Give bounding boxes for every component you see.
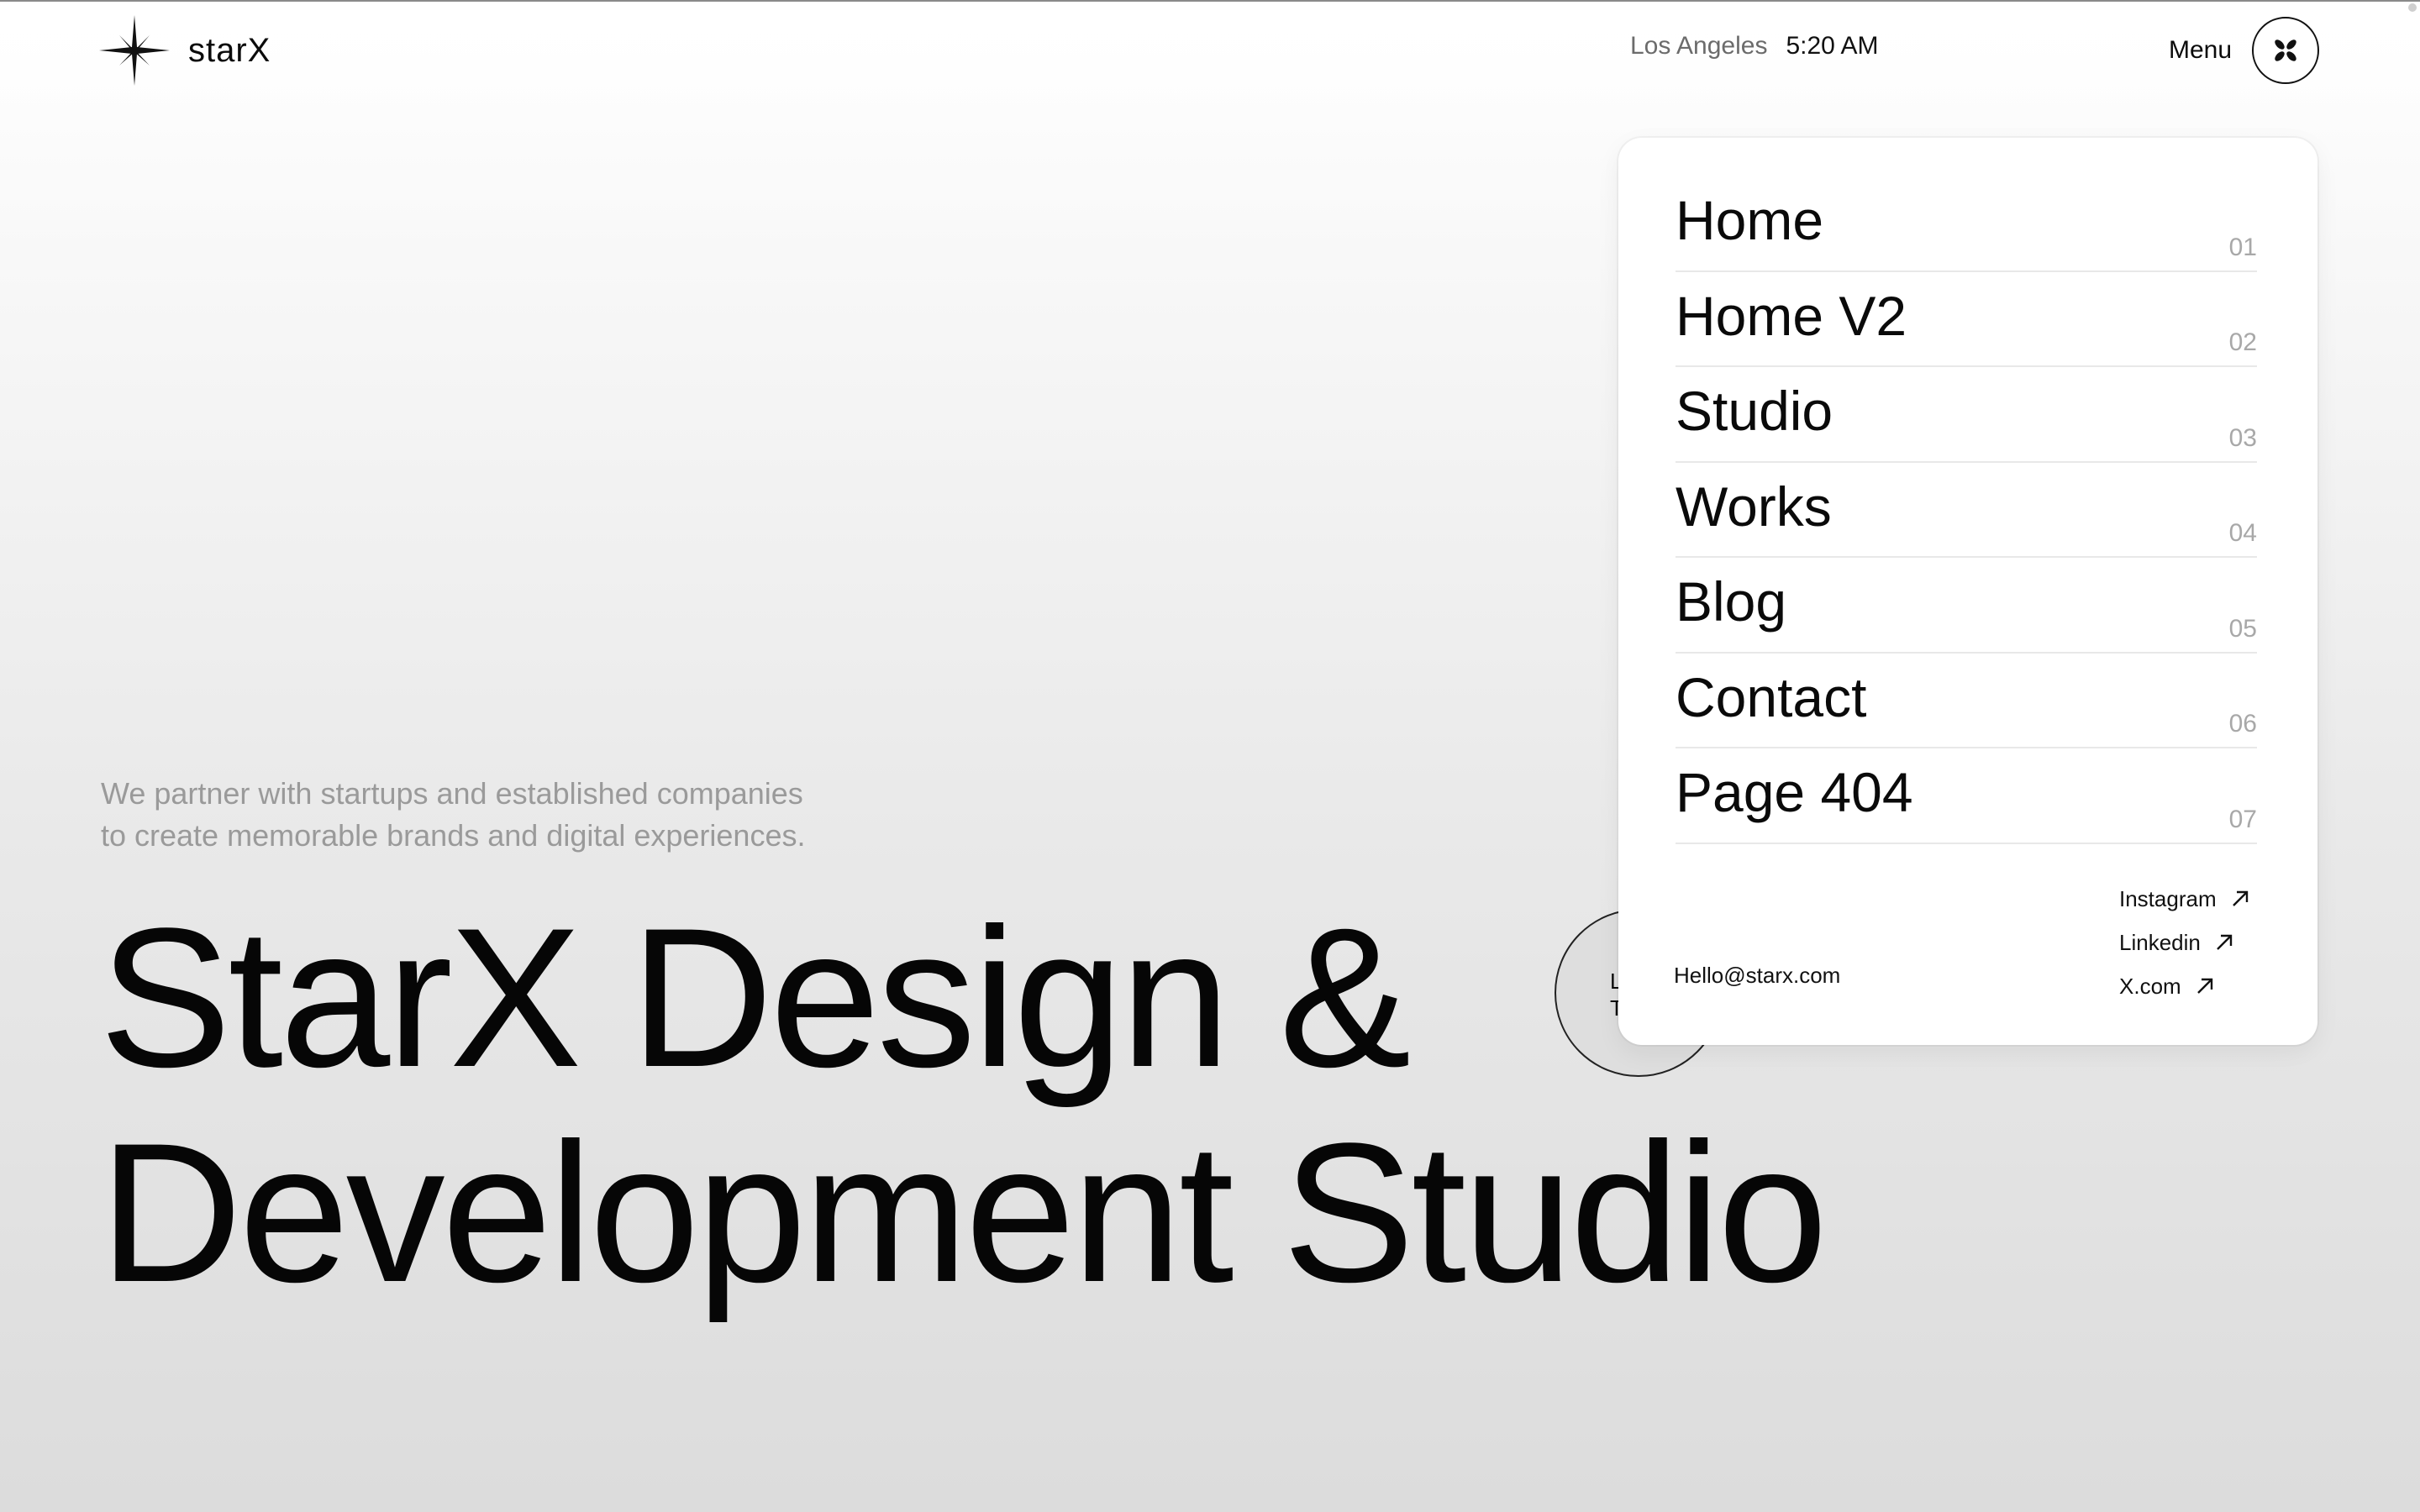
hero-intro-line-2: to create memorable brands and digital e… xyxy=(101,818,806,853)
nav-item-label: Studio xyxy=(1676,380,1833,442)
brand-logo[interactable]: starX xyxy=(99,15,271,86)
nav-item-label: Blog xyxy=(1676,570,1787,633)
social-link-linkedin[interactable]: Linkedin xyxy=(2119,921,2250,964)
nav-item-number: 06 xyxy=(2228,710,2257,738)
hero-intro: We partner with startups and established… xyxy=(101,773,941,857)
social-link-x[interactable]: X.com xyxy=(2119,964,2250,1008)
headline-line-2: Development Studio xyxy=(99,1102,1828,1324)
social-link-instagram[interactable]: Instagram xyxy=(2119,877,2250,921)
arrow-up-right-icon xyxy=(2196,978,2212,994)
arrow-up-right-icon xyxy=(2232,890,2248,906)
header-background xyxy=(0,2,2420,128)
social-label: X.com xyxy=(2119,973,2181,999)
nav-item-label: Home xyxy=(1676,189,1824,251)
nav-item-number: 05 xyxy=(2228,614,2257,643)
nav-item-label: Contact xyxy=(1676,665,1867,728)
menu-button[interactable] xyxy=(2252,17,2319,84)
hero-headline: StarX Design & Development Studio xyxy=(99,887,1828,1324)
four-petal-close-icon xyxy=(2275,39,2296,61)
social-label: Instagram xyxy=(2119,885,2217,911)
time-label: 5:20 AM xyxy=(1786,32,1879,60)
nav-item-home[interactable]: Home 01 xyxy=(1676,176,2257,272)
city-label: Los Angeles xyxy=(1630,32,1768,60)
nav-item-home-v2[interactable]: Home V2 02 xyxy=(1676,272,2257,367)
location-clock: Los Angeles 5:20 AM xyxy=(1630,32,1879,60)
nav-list: Home 01 Home V2 02 Studio 03 Works 04 Bl… xyxy=(1676,176,2257,844)
social-links: Instagram Linkedin X.com xyxy=(2119,877,2250,1008)
menu-dropdown-panel: Home 01 Home V2 02 Studio 03 Works 04 Bl… xyxy=(1618,138,2317,1045)
nav-item-works[interactable]: Works 04 xyxy=(1676,463,2257,558)
brand-name: starX xyxy=(188,31,271,69)
hero-intro-line-1: We partner with startups and established… xyxy=(101,776,803,811)
nav-item-label: Page 404 xyxy=(1676,761,1913,823)
nav-item-label: Works xyxy=(1676,475,1832,538)
nav-item-number: 04 xyxy=(2228,519,2257,547)
nav-item-number: 07 xyxy=(2228,805,2257,833)
star-burst-icon xyxy=(99,15,170,86)
nav-item-number: 03 xyxy=(2228,423,2257,452)
nav-item-page-404[interactable]: Page 404 07 xyxy=(1676,748,2257,844)
nav-item-contact[interactable]: Contact 06 xyxy=(1676,654,2257,748)
headline-line-1: StarX Design & xyxy=(99,887,1411,1109)
nav-item-label: Home V2 xyxy=(1676,284,1907,347)
contact-email-link[interactable]: Hello@starx.com xyxy=(1674,963,1840,989)
menu-label: Menu xyxy=(2168,36,2232,64)
nav-item-studio[interactable]: Studio 03 xyxy=(1676,367,2257,463)
nav-item-number: 02 xyxy=(2228,328,2257,356)
social-label: Linkedin xyxy=(2119,929,2201,955)
menu-toggle[interactable]: Menu xyxy=(2169,17,2319,84)
nav-item-blog[interactable]: Blog 05 xyxy=(1676,558,2257,654)
arrow-up-right-icon xyxy=(2217,934,2233,950)
window-edge-dot xyxy=(2408,3,2417,12)
nav-item-number: 01 xyxy=(2228,233,2257,261)
